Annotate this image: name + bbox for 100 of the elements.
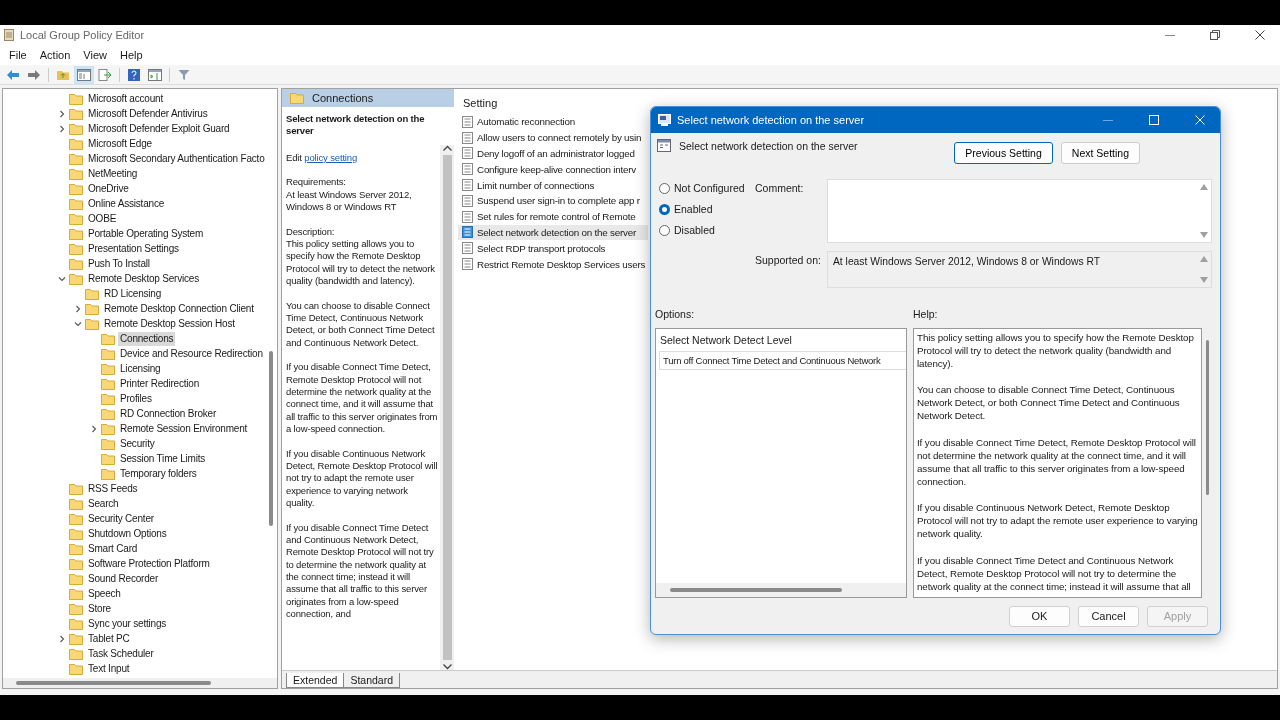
tree-item[interactable]: Microsoft Secondary Authentication Facto [86,151,267,166]
radio-button[interactable] [659,182,670,194]
folder-icon [85,317,99,330]
expand-chevron-icon[interactable] [74,304,82,313]
tree-item[interactable]: Security Center [86,511,156,526]
tree-item[interactable]: Licensing [118,361,163,376]
folder-icon [69,662,83,675]
setting-row[interactable]: Restrict Remote Desktop Services users [458,256,648,272]
scrollbar-thumb[interactable] [670,588,842,592]
menu-item[interactable]: Action [34,47,79,63]
window-title: Local Group Policy Editor [20,29,146,41]
folder-up-icon [56,68,70,81]
tree-item[interactable]: Profiles [118,391,154,406]
setting-row[interactable]: Configure keep-alive connection interv [458,161,648,178]
tree-item[interactable]: Remote Session Environment [118,421,250,436]
comment-label: Comment: [755,181,805,196]
setting-row[interactable]: Allow users to connect remotely by usin [458,129,648,146]
tree-item[interactable]: Microsoft account [86,91,165,106]
tree-item[interactable]: NetMeeting [86,166,140,181]
expand-chevron-icon[interactable] [58,634,66,643]
console-tree-button[interactable] [74,65,94,84]
tree-item[interactable]: Software Protection Platform [86,556,212,571]
collapse-chevron-icon[interactable] [58,274,66,283]
setting-row[interactable]: Select RDP transport protocols [458,240,648,257]
tree-item[interactable]: Sound Recorder [86,571,161,586]
scrollbar-thumb[interactable] [1206,340,1209,495]
tree-item[interactable]: RD Connection Broker [118,406,219,421]
description-text: If you disable Connect Time Detect, Remote Desktop Protocol will not determine the network quality at the connect time, and it will assume that all traffic to this server originates from a low-speed connection. [286,361,438,436]
previous-setting-button[interactable]: Previous Setting [954,142,1053,164]
policy-icon [462,210,473,223]
dialog-button[interactable]: Cancel [1078,605,1139,627]
tree-item[interactable]: Search [86,496,121,511]
radio-button[interactable] [659,224,670,236]
menu-item[interactable]: File [4,47,35,63]
policy-icon [462,258,473,271]
tree-item[interactable]: Microsoft Defender Antivirus [86,106,210,121]
tree-item[interactable]: Microsoft Defender Exploit Guard [86,121,232,136]
folder-icon [69,182,83,195]
menu-item[interactable]: Help [114,47,151,63]
policy-setting-link[interactable]: policy setting [304,151,358,163]
tree-item[interactable]: Remote Desktop Session Host [102,316,237,331]
tree-item[interactable]: Push To Install [86,256,152,271]
next-setting-button[interactable]: Next Setting [1060,142,1140,164]
folder-icon [69,632,83,645]
tree-item[interactable]: Security [118,436,157,451]
close-icon [1255,30,1265,40]
tree-item[interactable]: OneDrive [86,181,131,196]
tree-item[interactable]: Speech [86,586,123,601]
setting-row[interactable]: Select network detection on the server [458,224,648,241]
tree-item[interactable]: Task Scheduler [86,646,156,661]
tree-item[interactable]: Shutdown Options [86,526,169,541]
folder-icon [101,467,115,480]
tree-item[interactable]: Connections [118,331,176,346]
tree-item[interactable]: RD Licensing [102,286,164,301]
scroll-up-icon[interactable] [442,145,452,151]
tree-item[interactable]: Remote Desktop Services [86,271,201,286]
scrollbar-thumb[interactable] [442,155,452,660]
tree-item[interactable]: Device and Resource Redirection [118,346,265,361]
tree-item[interactable]: Remote Desktop Connection Client [102,301,256,316]
setting-row[interactable]: Deny logoff of an administrator logged [458,145,648,162]
description-text: If you disable Continuous Network Detect, Remote Desktop Protocol will not try to adapt the remote user experience to varying network quality. [286,447,438,510]
tree-item[interactable]: Text Input [86,661,132,676]
scrollbar-thumb[interactable] [16,681,211,685]
folder-icon [69,257,83,270]
policy-setting-icon [657,139,671,152]
tree-item[interactable]: Presentation Settings [86,241,181,256]
setting-row[interactable]: Set rules for remote control of Remote [458,208,648,225]
setting-row[interactable]: Limit number of connections [458,177,648,193]
folder-icon [85,302,99,315]
collapse-chevron-icon[interactable] [74,319,82,328]
dialog-button[interactable]: OK [1009,605,1070,627]
tree-item[interactable]: Printer Redirection [118,376,201,391]
tree-item[interactable]: RSS Feeds [86,481,140,496]
menu-item[interactable]: View [78,47,115,63]
properties-icon [148,68,162,81]
tree-item[interactable]: OOBE [86,211,119,226]
tree-item[interactable]: Portable Operating System [86,226,206,241]
setting-row[interactable]: Suspend user sign-in to complete app r [458,193,648,209]
tree-item[interactable]: Tablet PC [86,631,132,646]
expand-chevron-icon[interactable] [58,124,66,133]
policy-icon [462,179,473,192]
tree-item[interactable]: Sync your settings [86,616,169,631]
view-tab[interactable]: Extended [286,673,345,688]
tree-item[interactable]: Microsoft Edge [86,136,154,151]
folder-icon [69,197,83,210]
tree-item[interactable]: Temporary folders [118,466,199,481]
expand-chevron-icon[interactable] [58,109,66,118]
tree-item[interactable]: Session Time Limits [118,451,208,466]
setting-row[interactable]: Automatic reconnection [458,114,648,130]
tree-item[interactable]: Store [86,601,113,616]
view-tab[interactable]: Standard [343,673,400,688]
detect-level-dropdown[interactable]: Turn off Connect Time Detect and Continuous Network [659,351,906,370]
tree-item[interactable]: Smart Card [86,541,140,556]
tree-item[interactable]: Online Assistance [86,196,167,211]
column-header[interactable]: Setting [463,97,1277,109]
expand-chevron-icon[interactable] [90,424,98,433]
scroll-down-icon[interactable] [442,664,452,670]
radio-button[interactable] [659,203,670,215]
scrollbar-thumb[interactable] [269,351,273,526]
requirements-text: Requirements: At least Windows Server 2012, Windows 8 or Windows RT [286,176,413,214]
